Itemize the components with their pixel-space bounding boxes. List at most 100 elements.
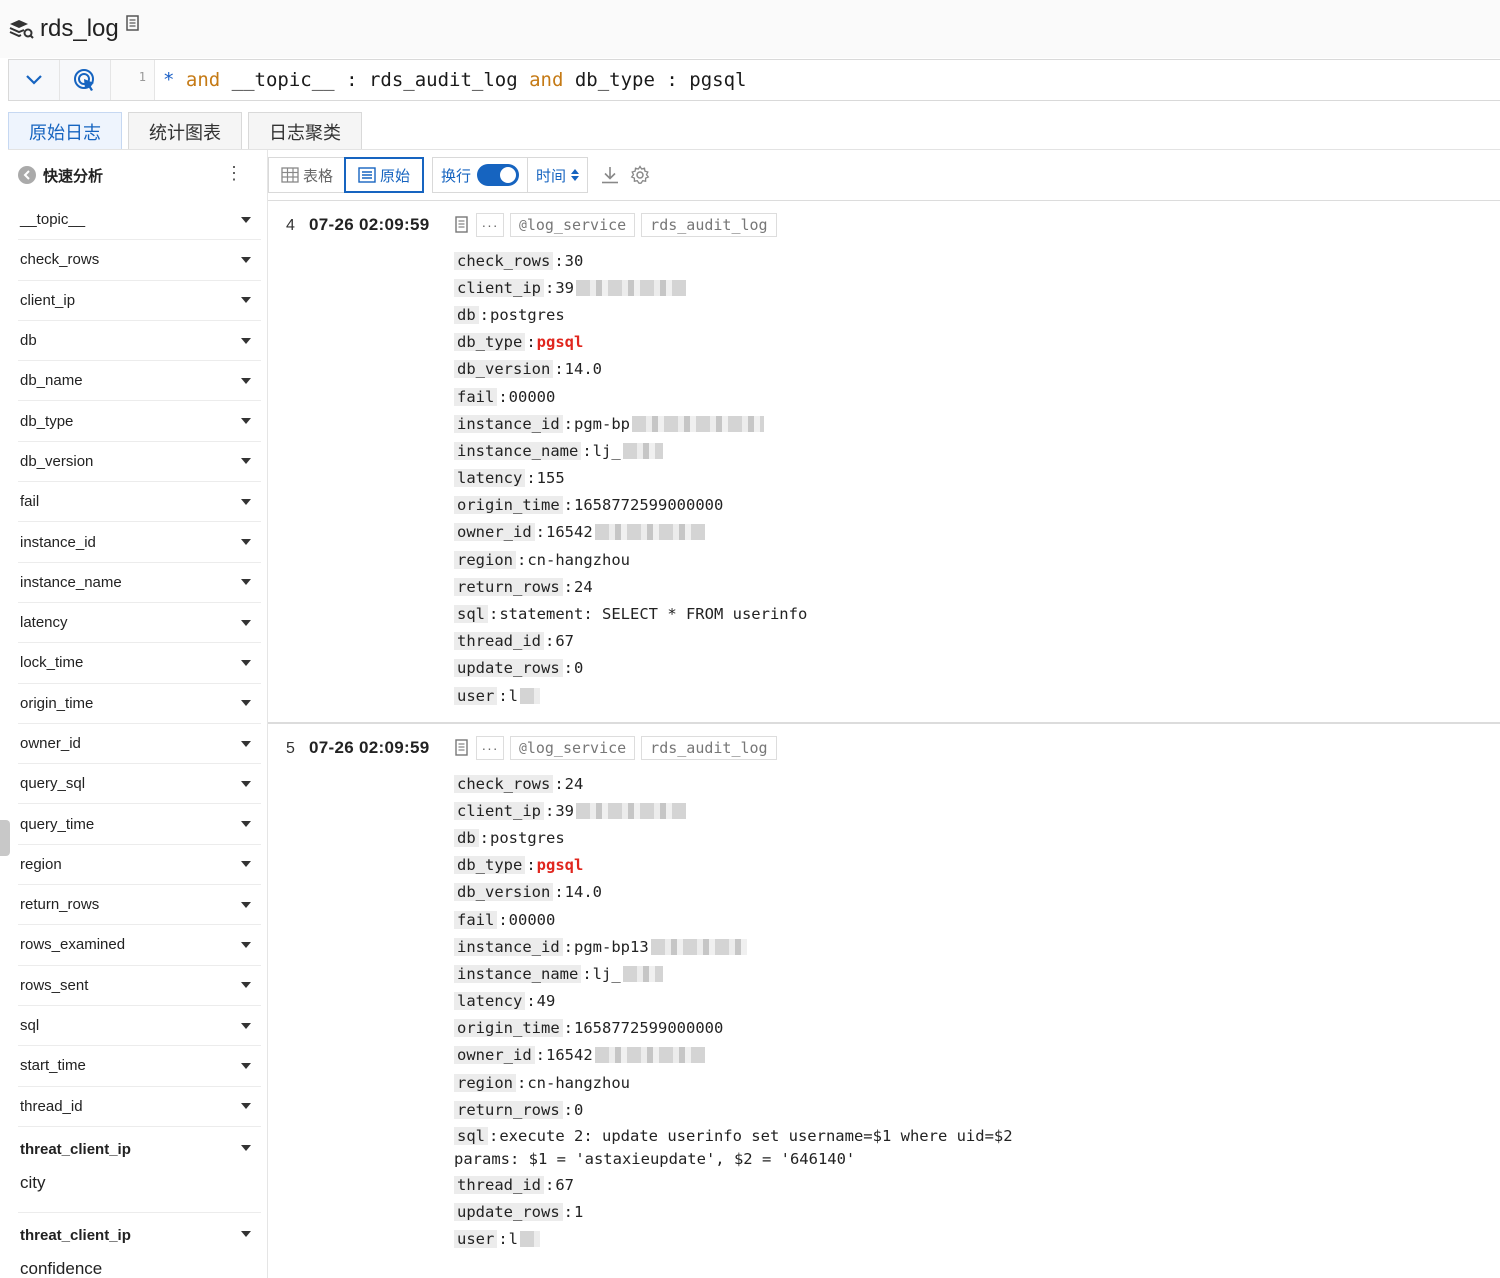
field-key[interactable]: latency <box>454 469 526 488</box>
download-icon[interactable] <box>600 165 620 185</box>
field-value[interactable]: 16542 <box>546 523 593 541</box>
field-value[interactable]: postgres <box>490 306 565 324</box>
query-editor[interactable]: * and __topic__ : rds_audit_log and db_t… <box>155 60 1500 100</box>
sidebar-field-item[interactable]: db_name <box>18 361 261 402</box>
field-key[interactable]: db_version <box>454 883 554 902</box>
field-key[interactable]: fail <box>454 387 498 406</box>
table-view-button[interactable]: 表格 <box>269 158 345 192</box>
sidebar-collapse-handle[interactable] <box>0 820 10 856</box>
sidebar-field-item[interactable]: owner_id <box>18 724 261 765</box>
collapse-left-icon[interactable] <box>18 166 36 184</box>
sidebar-field-item[interactable]: query_sql <box>18 764 261 805</box>
sidebar-field-item[interactable]: check_rows <box>18 240 261 281</box>
more-horizontal-icon[interactable]: ··· <box>476 213 504 237</box>
field-key[interactable]: db <box>454 828 479 847</box>
field-value[interactable]: 67 <box>555 632 574 650</box>
field-value[interactable]: 1658772599000000 <box>574 496 723 514</box>
field-key[interactable]: check_rows <box>454 774 554 793</box>
field-key[interactable]: user <box>454 686 498 705</box>
field-key[interactable]: user <box>454 1230 498 1249</box>
field-key[interactable]: fail <box>454 910 498 929</box>
field-key[interactable]: instance_id <box>454 937 563 956</box>
field-value[interactable]: 0 <box>574 659 583 677</box>
field-key[interactable]: db_version <box>454 360 554 379</box>
sidebar-field-item[interactable]: sql <box>18 1006 261 1047</box>
field-value[interactable]: lj_ <box>593 442 621 460</box>
field-value[interactable]: pgm-bp13 <box>574 938 649 956</box>
tab-1[interactable]: 原始日志 <box>8 112 122 150</box>
sidebar-field-item[interactable]: rows_sent <box>18 966 261 1006</box>
sidebar-field-item[interactable]: db_type <box>18 401 261 442</box>
topic-tag[interactable]: rds_audit_log <box>641 736 777 760</box>
sidebar-field-item[interactable]: threat_client_ip confidence <box>18 1213 261 1278</box>
sidebar-field-item[interactable]: db <box>18 321 261 362</box>
field-key[interactable]: region <box>454 550 516 569</box>
field-value[interactable]: 16542 <box>546 1046 593 1064</box>
field-value[interactable]: 14.0 <box>565 360 602 378</box>
field-key[interactable]: origin_time <box>454 496 563 515</box>
sidebar-field-item[interactable]: query_time <box>18 804 261 845</box>
sidebar-field-item[interactable]: lock_time <box>18 643 261 684</box>
field-value[interactable]: postgres <box>490 829 565 847</box>
sidebar-field-item[interactable]: instance_name <box>18 563 261 603</box>
field-key[interactable]: return_rows <box>454 1100 563 1119</box>
field-key[interactable]: origin_time <box>454 1019 563 1038</box>
field-key[interactable]: sql <box>454 1127 488 1146</box>
field-value[interactable]: 1 <box>574 1203 583 1221</box>
sidebar-field-item[interactable]: threat_client_ip city <box>18 1127 261 1213</box>
sidebar-field-item[interactable]: client_ip <box>18 281 261 321</box>
sidebar-field-item[interactable]: region <box>18 845 261 886</box>
sidebar-field-item[interactable]: rows_examined <box>18 925 261 966</box>
field-key[interactable]: check_rows <box>454 251 554 270</box>
field-value[interactable]: 00000 <box>509 388 556 406</box>
field-key[interactable]: instance_name <box>454 441 582 460</box>
sidebar-field-item[interactable]: return_rows <box>18 885 261 926</box>
topic-tag[interactable]: rds_audit_log <box>641 213 777 237</box>
sidebar-field-item[interactable]: latency <box>18 603 261 644</box>
field-value[interactable]: cn-hangzhou <box>527 551 630 569</box>
tab-2[interactable]: 统计图表 <box>128 112 242 150</box>
sidebar-field-item[interactable]: fail <box>18 482 261 523</box>
sidebar-field-item[interactable]: instance_id <box>18 522 261 563</box>
raw-view-button[interactable]: 原始 <box>344 157 425 193</box>
field-value[interactable]: 24 <box>574 578 593 596</box>
field-key[interactable]: instance_id <box>454 414 563 433</box>
field-key[interactable]: client_ip <box>454 801 544 820</box>
field-value[interactable]: 39 <box>555 802 574 820</box>
field-value[interactable]: pgsql <box>537 856 584 874</box>
document-icon[interactable] <box>454 213 470 237</box>
field-value[interactable]: l <box>509 687 518 705</box>
field-value[interactable]: pgsql <box>537 333 584 351</box>
field-key[interactable]: thread_id <box>454 1176 544 1195</box>
field-value[interactable]: 49 <box>537 992 556 1010</box>
sidebar-field-item[interactable]: thread_id <box>18 1087 261 1127</box>
field-value[interactable]: 1658772599000000 <box>574 1019 723 1037</box>
more-vertical-icon[interactable]: ⋮ <box>225 164 243 182</box>
field-value[interactable]: 14.0 <box>565 883 602 901</box>
field-value[interactable]: 30 <box>565 252 584 270</box>
field-key[interactable]: db_type <box>454 856 526 875</box>
source-tag[interactable]: @ log_service <box>510 736 636 760</box>
field-value[interactable]: 67 <box>555 1176 574 1194</box>
document-icon[interactable] <box>454 736 470 760</box>
field-key[interactable]: return_rows <box>454 577 563 596</box>
field-key[interactable]: db <box>454 305 479 324</box>
field-key[interactable]: db_type <box>454 333 526 352</box>
field-key[interactable]: client_ip <box>454 278 544 297</box>
field-key[interactable]: owner_id <box>454 1046 535 1065</box>
sidebar-field-item[interactable]: __topic__ <box>18 200 261 241</box>
field-key[interactable]: update_rows <box>454 1203 563 1222</box>
more-horizontal-icon[interactable]: ··· <box>476 736 504 760</box>
wrap-toggle[interactable] <box>477 164 520 186</box>
field-value[interactable]: 24 <box>565 775 584 793</box>
field-value[interactable]: l <box>509 1230 518 1248</box>
field-value[interactable]: cn-hangzhou <box>527 1074 630 1092</box>
gear-icon[interactable] <box>630 165 650 185</box>
field-key[interactable]: region <box>454 1073 516 1092</box>
collapse-query-button[interactable] <box>9 60 60 100</box>
source-tag[interactable]: @ log_service <box>510 213 636 237</box>
field-value[interactable]: 155 <box>537 469 565 487</box>
field-value[interactable]: execute 2: update userinfo set username=… <box>454 1127 1013 1168</box>
field-key[interactable]: instance_name <box>454 964 582 983</box>
field-key[interactable]: latency <box>454 992 526 1011</box>
